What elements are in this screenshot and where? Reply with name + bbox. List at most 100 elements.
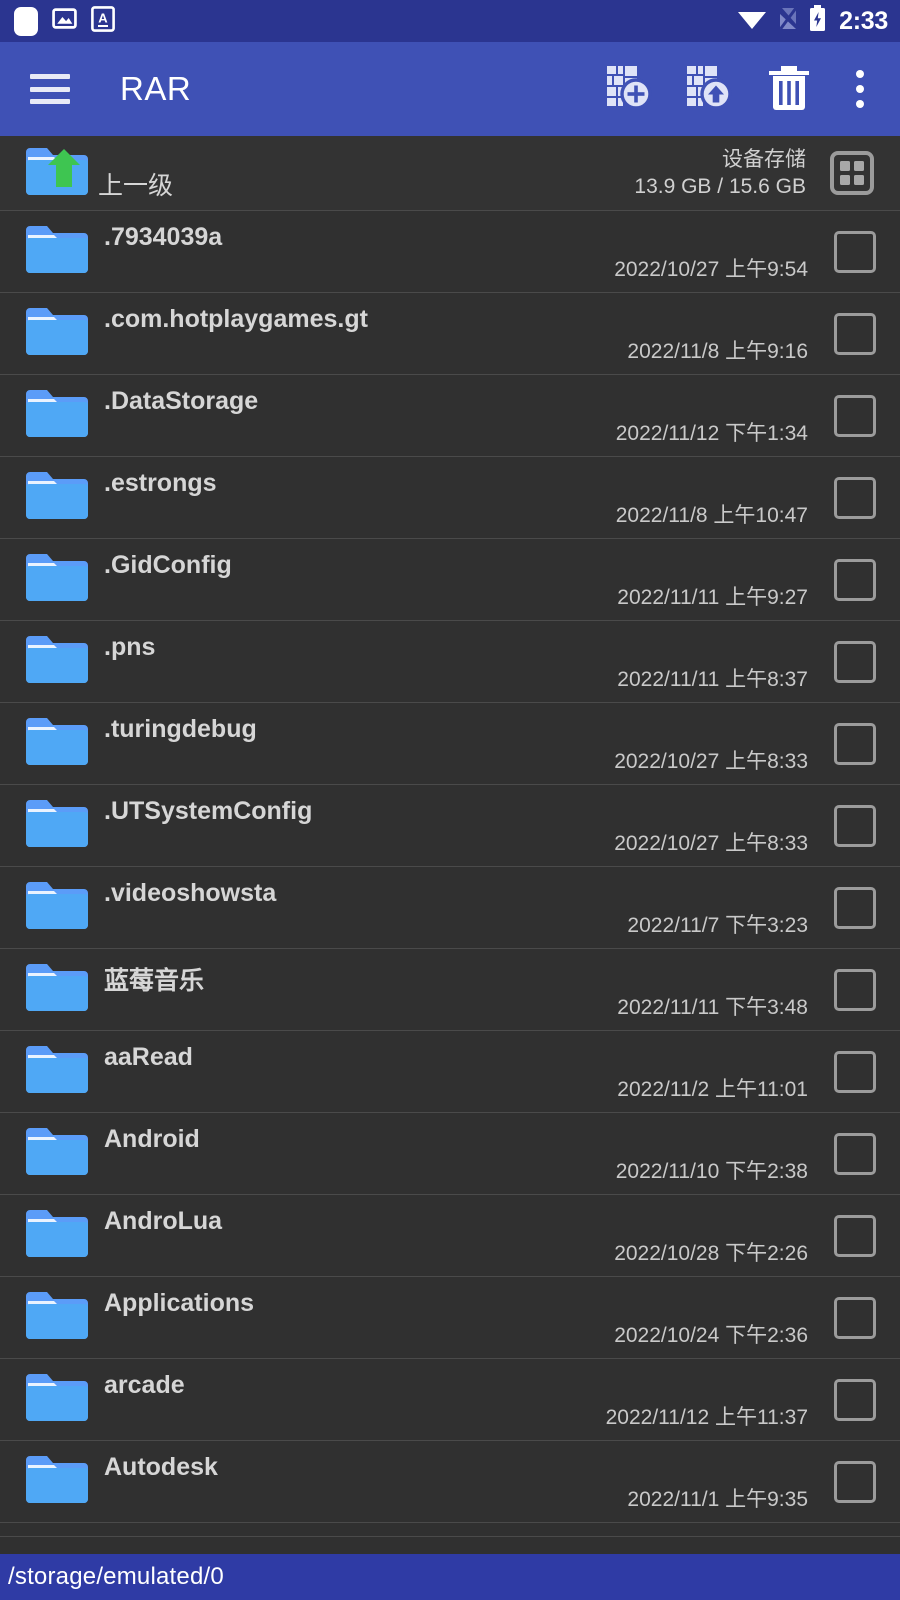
table-row[interactable]: Applications 2022/10/24 下午2:36 [0, 1277, 900, 1359]
file-select-checkbox[interactable] [834, 1214, 876, 1257]
table-row[interactable]: .videoshowsta 2022/11/7 下午3:23 [0, 867, 900, 949]
file-select-checkbox[interactable] [834, 1378, 876, 1421]
table-row[interactable]: aaRead 2022/11/2 上午11:01 [0, 1031, 900, 1113]
file-select-checkbox[interactable] [834, 476, 876, 519]
table-row[interactable]: Autodesk 2022/11/1 上午9:35 [0, 1441, 900, 1523]
folder-icon [22, 877, 92, 938]
folder-up-icon [22, 143, 92, 204]
status-bar-system-icons: 2:33 [737, 5, 888, 37]
folder-icon [22, 385, 92, 446]
extract-archive-button[interactable] [680, 60, 738, 118]
file-select-checkbox[interactable] [834, 640, 876, 683]
delete-button[interactable] [760, 60, 818, 118]
storage-usage: 13.9 GB / 15.6 GB [634, 175, 806, 198]
file-select-checkbox[interactable] [834, 968, 876, 1011]
file-name-label: .DataStorage [104, 387, 259, 415]
file-select-checkbox[interactable] [834, 1050, 876, 1093]
folder-icon [22, 549, 92, 610]
table-row[interactable]: .estrongs 2022/11/8 上午10:47 [0, 457, 900, 539]
table-row[interactable]: .DataStorage 2022/11/12 下午1:34 [0, 375, 900, 457]
file-name-label: aaRead [104, 1043, 193, 1071]
file-select-checkbox[interactable] [834, 394, 876, 437]
file-date-label: 2022/10/24 下午2:36 [614, 1324, 808, 1347]
folder-icon [22, 1369, 92, 1430]
file-select-checkbox[interactable] [834, 312, 876, 355]
parent-directory-label: 上一级 [98, 172, 174, 200]
trash-icon [766, 62, 812, 117]
folder-icon [22, 1041, 92, 1102]
file-name-label: .com.hotplaygames.gt [104, 305, 368, 333]
table-row[interactable]: .turingdebug 2022/10/27 上午8:33 [0, 703, 900, 785]
file-select-checkbox[interactable] [834, 722, 876, 765]
folder-icon [22, 1287, 92, 1348]
list-bottom-spacer [0, 1536, 900, 1554]
folder-icon [22, 1123, 92, 1184]
rounded-square-icon [14, 6, 38, 36]
folder-icon [22, 1205, 92, 1266]
folder-icon [22, 467, 92, 528]
file-name-label: .turingdebug [104, 715, 257, 743]
table-row[interactable]: .com.hotplaygames.gt 2022/11/8 上午9:16 [0, 293, 900, 375]
status-bar-notifications: A [14, 5, 115, 37]
path-bar[interactable]: /storage/emulated/0 [0, 1554, 900, 1600]
add-to-archive-button[interactable] [600, 60, 658, 118]
file-select-checkbox[interactable] [834, 1460, 876, 1503]
file-name-label: 蓝莓音乐 [104, 967, 205, 995]
status-bar: A 2:33 [0, 0, 900, 42]
grid-view-toggle-button[interactable] [828, 149, 876, 197]
file-name-label: .estrongs [104, 469, 217, 497]
file-date-label: 2022/10/27 上午8:33 [614, 832, 808, 855]
no-signal-icon [778, 6, 798, 36]
parent-directory-row[interactable]: 上一级 设备存储 13.9 GB / 15.6 GB [0, 136, 900, 211]
rar-file-browser-screen: A 2:33 RAR 上一级 设备存储 13.9 GB / 15.6 GB .7… [0, 0, 900, 1600]
table-row[interactable]: AndroLua 2022/10/28 下午2:26 [0, 1195, 900, 1277]
file-name-label: AndroLua [104, 1207, 223, 1235]
folder-icon [22, 221, 92, 282]
table-row[interactable]: .7934039a 2022/10/27 上午9:54 [0, 211, 900, 293]
table-row[interactable]: arcade 2022/11/12 上午11:37 [0, 1359, 900, 1441]
file-date-label: 2022/11/12 下午1:34 [615, 422, 808, 445]
file-select-checkbox[interactable] [834, 886, 876, 929]
folder-icon [22, 303, 92, 364]
more-vertical-icon [856, 85, 864, 93]
app-bar: RAR [0, 42, 900, 136]
file-name-label: .videoshowsta [104, 879, 277, 907]
table-row[interactable]: .UTSystemConfig 2022/10/27 上午8:33 [0, 785, 900, 867]
file-date-label: 2022/11/11 下午3:48 [617, 996, 808, 1019]
file-date-label: 2022/10/28 下午2:26 [614, 1242, 808, 1265]
file-date-label: 2022/11/1 上午9:35 [627, 1488, 808, 1511]
file-name-label: Android [104, 1125, 200, 1153]
archive-extract-icon [683, 61, 735, 118]
table-row[interactable]: 蓝莓音乐 2022/11/11 下午3:48 [0, 949, 900, 1031]
file-rows-container: .7934039a 2022/10/27 上午9:54 .com.hotplay… [0, 211, 900, 1523]
file-date-label: 2022/10/27 上午9:54 [614, 258, 808, 281]
storage-title: 设备存储 [722, 147, 806, 171]
table-row[interactable]: .pns 2022/11/11 上午8:37 [0, 621, 900, 703]
file-select-checkbox[interactable] [834, 230, 876, 273]
archive-add-icon [603, 61, 655, 118]
file-name-label: .7934039a [104, 223, 223, 251]
file-date-label: 2022/11/7 下午3:23 [627, 914, 808, 937]
file-list: 上一级 设备存储 13.9 GB / 15.6 GB .7934039a 202… [0, 136, 900, 1536]
file-select-checkbox[interactable] [834, 1132, 876, 1175]
current-path-label: /storage/emulated/0 [8, 1563, 224, 1590]
folder-icon [22, 959, 92, 1020]
more-vertical-icon [856, 70, 864, 78]
file-name-label: Applications [104, 1289, 255, 1317]
overflow-menu-button[interactable] [840, 60, 880, 118]
file-select-checkbox[interactable] [834, 558, 876, 601]
file-select-checkbox[interactable] [834, 1296, 876, 1339]
table-row[interactable]: .GidConfig 2022/11/11 上午9:27 [0, 539, 900, 621]
file-select-checkbox[interactable] [834, 804, 876, 847]
page-title: RAR [120, 70, 192, 107]
image-icon [52, 6, 77, 36]
table-row[interactable]: Android 2022/11/10 下午2:38 [0, 1113, 900, 1195]
status-bar-clock: 2:33 [839, 6, 888, 35]
menu-icon[interactable] [30, 74, 70, 104]
battery-charging-icon [809, 5, 826, 37]
file-date-label: 2022/11/8 上午9:16 [627, 340, 808, 363]
file-name-label: Autodesk [104, 1453, 218, 1481]
file-name-label: .UTSystemConfig [104, 797, 313, 825]
file-name-label: .GidConfig [104, 551, 232, 579]
storage-info: 设备存储 13.9 GB / 15.6 GB [634, 146, 806, 201]
